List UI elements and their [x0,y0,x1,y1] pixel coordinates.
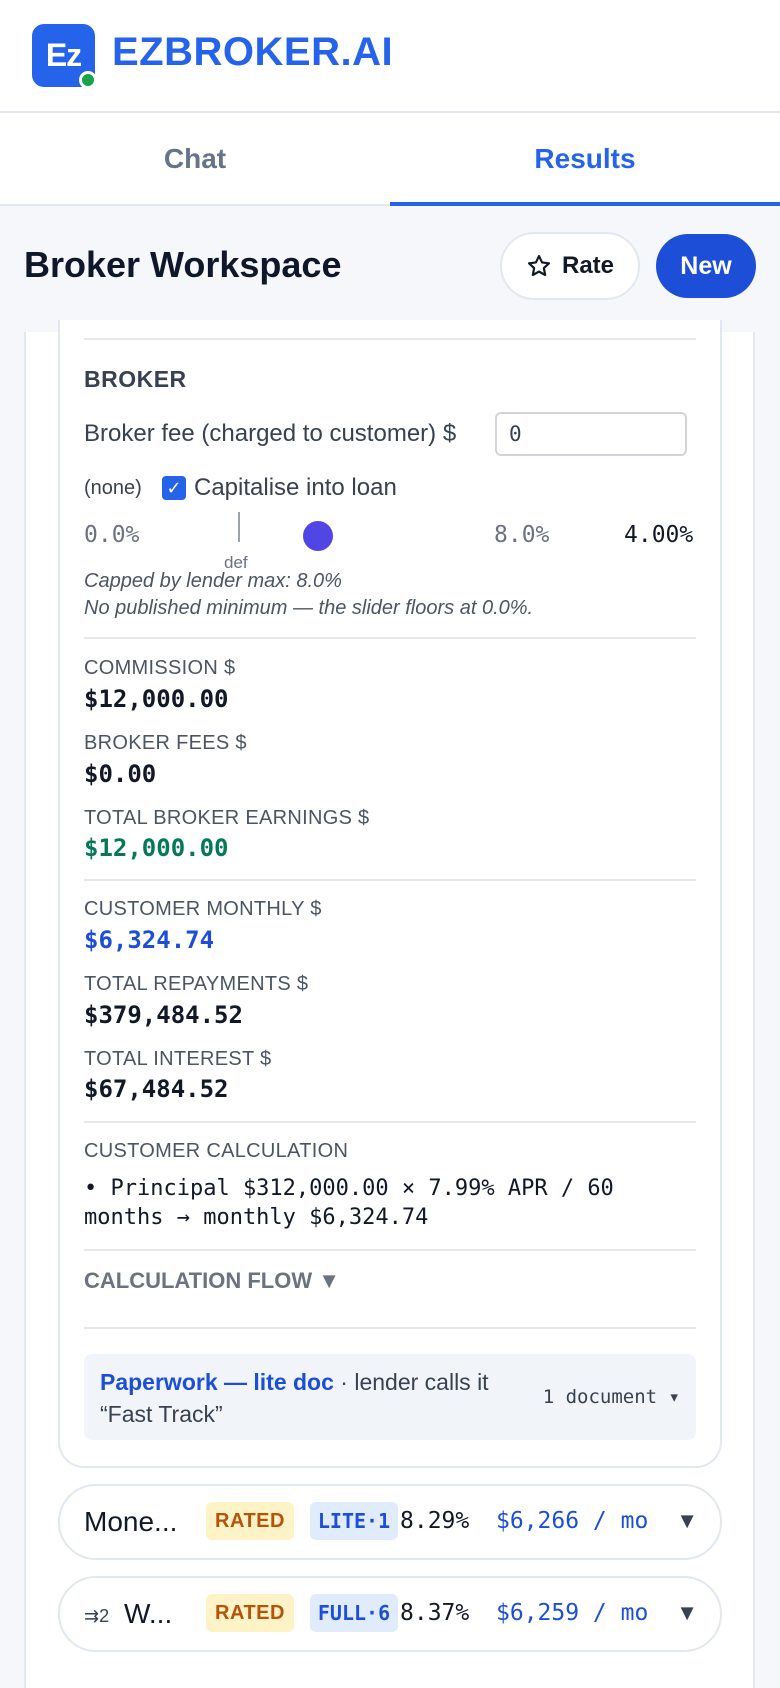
star-icon [527,254,551,277]
lender-name: W... [124,1598,173,1629]
paperwork-panel: Paperwork — lite doc · lender calls it “… [84,1354,696,1440]
commission-value: $12,000.00 [84,685,229,713]
tab-results[interactable]: Results [390,113,780,206]
rate-button[interactable]: Rate [500,232,640,300]
paperwork-text: Paperwork — lite doc · lender calls it “… [100,1366,520,1430]
tab-chat[interactable]: Chat [0,113,390,204]
customer-monthly-label: CUSTOMER MONTHLY $ [84,898,322,920]
total-earnings-value: $12,000.00 [84,834,229,862]
customer-monthly-value: $6,324.74 [84,926,215,954]
broker-section-heading: BROKER [84,366,187,392]
slider-min-label: 0.0% [84,522,140,548]
online-status-dot [79,71,97,89]
broker-fees-label: BROKER FEES $ [84,732,247,754]
slider-current-value: 4.00% [624,522,694,548]
lender-name: Mone... [84,1506,178,1537]
capitalise-checkbox[interactable]: ✓ [162,476,186,500]
divider [84,1121,696,1123]
broker-fee-input[interactable] [495,412,687,456]
customer-calculation-label: CUSTOMER CALCULATION [84,1140,349,1162]
lender-monthly: $6,266 / mo [496,1508,649,1534]
lender-cap-note: Capped by lender max: 8.0% [84,570,342,592]
paperwork-link[interactable]: Paperwork — lite doc [100,1369,334,1395]
doc-type-badge: LITE·1 [310,1502,398,1540]
calculation-line: • Principal $312,000.00 × 7.99% APR / 60… [84,1176,614,1230]
total-earnings-label: TOTAL BROKER EARNINGS $ [84,807,370,829]
divider [84,338,696,340]
logo: Ez [32,24,97,89]
divider [84,637,696,639]
lender-row[interactable]: Mone... RATED LITE·1 8.29% $6,266 / mo ▼ [58,1484,722,1560]
divider [84,879,696,881]
slider-default-tick [238,512,240,542]
lender-row[interactable]: ⇉2 W... RATED FULL·6 8.37% $6,259 / mo ▼ [58,1576,722,1652]
logo-text: Ez [45,37,82,73]
tab-bar: Chat Results [0,113,780,206]
lender-monthly: $6,259 / mo [496,1600,649,1626]
slider-max-label: 8.0% [494,522,550,548]
new-button[interactable]: New [656,234,756,298]
total-repayments-label: TOTAL REPAYMENTS $ [84,973,309,995]
commission-slider-thumb[interactable] [303,521,333,551]
doc-type-badge: FULL·6 [310,1594,398,1632]
divider [84,1327,696,1329]
total-interest-label: TOTAL INTEREST $ [84,1048,272,1070]
capitalise-label: Capitalise into loan [194,474,397,501]
documents-dropdown[interactable]: 1 document ▾ [543,1386,680,1408]
expand-icon[interactable]: ▼ [676,1508,698,1534]
rank-indicator: ⇉2 [84,1606,110,1626]
expand-icon[interactable]: ▼ [676,1600,698,1626]
status-badge: RATED [206,1502,294,1540]
app-header: Ez EZBROKER.AI [0,0,780,113]
broker-fee-label: Broker fee (charged to customer) $ [84,420,457,447]
lender-rate: 8.37% [400,1600,470,1626]
total-interest-value: $67,484.52 [84,1075,229,1103]
brand-name: EZBROKER.AI [112,30,394,74]
rate-button-label: Rate [561,252,615,279]
calculation-flow-toggle[interactable]: CALCULATION FLOW ▼ [84,1268,340,1294]
minimum-note: No published minimum — the slider floors… [84,597,534,619]
divider [84,1249,696,1251]
commission-label: COMMISSION $ [84,657,236,679]
none-label: (none) [84,477,142,499]
lender-rate: 8.29% [400,1508,470,1534]
page-title: Broker Workspace [24,244,342,285]
status-badge: RATED [206,1594,294,1632]
total-repayments-value: $379,484.52 [84,1001,243,1029]
broker-fees-value: $0.00 [84,760,157,788]
